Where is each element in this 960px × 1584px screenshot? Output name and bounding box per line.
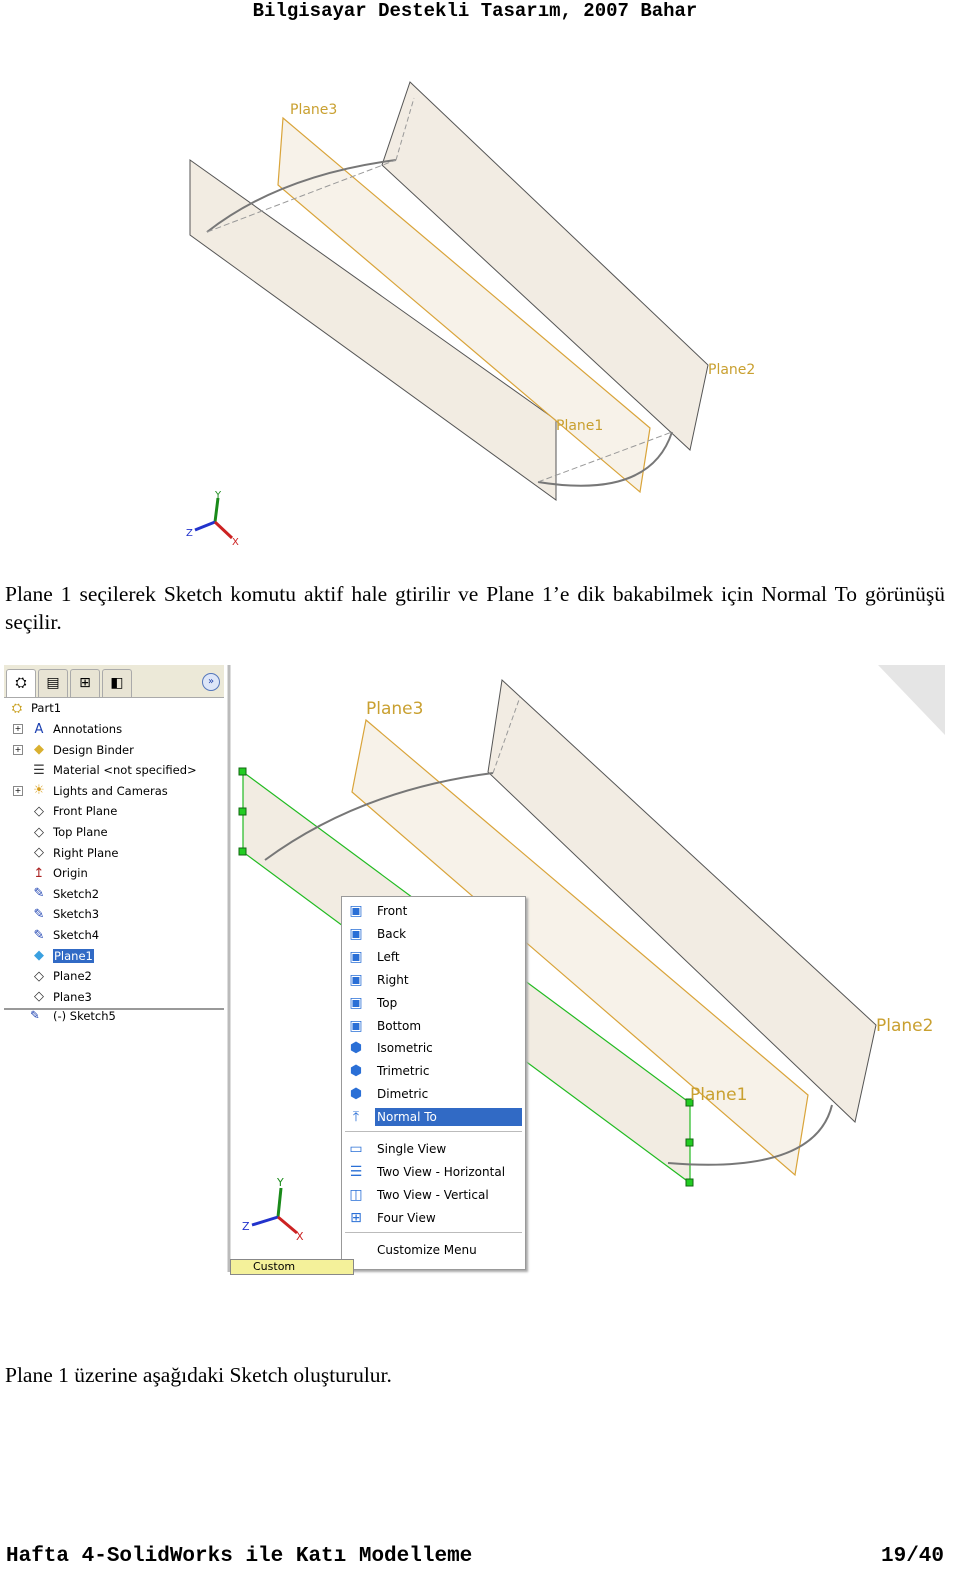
propertymanager-tab[interactable]: ▤ <box>38 669 68 697</box>
expand-plus-icon[interactable]: + <box>13 744 23 755</box>
manager-tabs: ⛭ ▤ ⊞ ◧ » <box>4 665 224 698</box>
svg-text:Y: Y <box>276 1176 284 1189</box>
menu-item-dimetric[interactable]: ⬢ Dimetric <box>345 1083 522 1105</box>
plane-icon: ◇ <box>34 824 44 840</box>
tree-item-lights-and-cameras[interactable]: + ☀ Lights and Cameras <box>13 781 168 801</box>
menu-item-two-view-vertical[interactable]: ◫ Two View - Vertical <box>345 1184 522 1206</box>
tree-item-plane2[interactable]: ◇ Plane2 <box>30 966 92 986</box>
menu-item-right[interactable]: ▣ Right <box>345 969 522 991</box>
menu-item-front[interactable]: ▣ Front <box>345 900 522 922</box>
view-right-icon: ▣ <box>349 971 363 988</box>
menu-item-left[interactable]: ▣ Left <box>345 946 522 968</box>
annotations-folder-icon: A <box>34 721 44 737</box>
menu-item-isometric[interactable]: ⬢ Isometric <box>345 1037 522 1059</box>
svg-text:Z: Z <box>242 1220 250 1233</box>
tree-item-sketch2[interactable]: ✎ Sketch2 <box>30 884 100 904</box>
feature-manager-tree: ⛭ ▤ ⊞ ◧ » ⛭ Part1 + A Annotations + ◆ Design B… <box>4 665 224 1010</box>
sketch-icon: ✎ <box>30 1008 40 1022</box>
view-bottom-icon: ▣ <box>349 1017 363 1034</box>
view-two-view-vertical-icon: ◫ <box>349 1186 363 1203</box>
tree-item-front-plane[interactable]: ◇ Front Plane <box>30 801 117 821</box>
sketch-icon: ✎ <box>33 906 45 922</box>
page-footer: Hafta 4-SolidWorks ile Katı Modelleme 19… <box>6 1545 944 1568</box>
lights-folder-icon: ☀ <box>33 783 45 799</box>
tree-item-sketch4[interactable]: ✎ Sketch4 <box>30 925 100 945</box>
part-icon: ⛭ <box>11 700 23 716</box>
menu-item-normal-to[interactable]: ⤒ Normal To <box>345 1106 522 1128</box>
tree-item-sketch5[interactable]: ✎ (-) Sketch5 <box>4 1006 224 1026</box>
expand-plus-icon[interactable]: + <box>13 724 23 734</box>
menu-item-bottom[interactable]: ▣ Bottom <box>345 1015 522 1037</box>
expand-plus-icon[interactable]: + <box>13 785 23 796</box>
view-four-view-icon: ⊞ <box>350 1209 362 1226</box>
view-isometric-icon: ⬢ <box>349 1040 363 1057</box>
tree-item-plane3[interactable]: ◇ Plane3 <box>30 987 92 1007</box>
origin-icon: ↥ <box>33 865 45 881</box>
expand-chevron-icon[interactable]: » <box>202 673 220 691</box>
menu-item-customize-menu[interactable]: Customize Menu <box>345 1239 522 1261</box>
material-icon: ☰ <box>33 762 45 778</box>
view-two-view-horizontal-icon: ☰ <box>349 1163 363 1180</box>
menu-item-single-view[interactable]: ▭ Single View <box>345 1138 522 1160</box>
view-left-icon: ▣ <box>349 948 363 965</box>
plane2-label: Plane2 <box>876 1016 933 1036</box>
tree-item-origin[interactable]: ↥ Origin <box>30 863 88 883</box>
tree-item-right-plane[interactable]: ◇ Right Plane <box>30 843 118 863</box>
tree-item-top-plane[interactable]: ◇ Top Plane <box>30 822 108 842</box>
plane3-label: Plane3 <box>366 699 423 719</box>
view-single-view-icon: ▭ <box>349 1141 363 1157</box>
tree-item-annotations[interactable]: + A Annotations <box>13 719 122 739</box>
tree-item-plane1[interactable]: ◆ Plane1 <box>30 946 94 966</box>
view-normal-to-icon: ⤒ <box>352 1109 360 1126</box>
plane1-label: Plane1 <box>690 1085 747 1105</box>
plane-selected-icon: ◆ <box>34 948 44 964</box>
view-trimetric-icon: ⬢ <box>349 1063 363 1080</box>
menu-item-top[interactable]: ▣ Top <box>345 992 522 1014</box>
menu-separator <box>345 1131 522 1132</box>
appearance-tab[interactable]: ◧ <box>102 669 132 697</box>
plane-icon: ◇ <box>34 845 44 861</box>
design-binder-icon: ◆ <box>34 742 44 758</box>
featuremanager-tab[interactable]: ⛭ <box>6 669 36 697</box>
custom-tab[interactable]: Custom <box>230 1259 354 1275</box>
menu-item-trimetric[interactable]: ⬢ Trimetric <box>345 1060 522 1082</box>
menu-item-two-view-horizontal[interactable]: ☰ Two View - Horizontal <box>345 1161 522 1183</box>
tree-item-material-not-specified[interactable]: ☰ Material <not specified> <box>30 760 196 780</box>
tree-item-sketch3[interactable]: ✎ Sketch3 <box>30 904 100 924</box>
footer-title: Hafta 4-SolidWorks ile Katı Modelleme <box>6 1545 473 1568</box>
configurationmanager-tab[interactable]: ⊞ <box>70 669 100 697</box>
view-dimetric-icon: ⬢ <box>349 1086 363 1103</box>
menu-separator <box>345 1231 522 1233</box>
plane-icon: ◇ <box>34 968 44 984</box>
view-back-icon: ▣ <box>349 925 363 942</box>
plane-icon: ◇ <box>34 803 44 819</box>
view-front-icon: ▣ <box>349 903 363 919</box>
tree-item-design-binder[interactable]: + ◆ Design Binder <box>13 740 134 760</box>
page-number: 19/40 <box>880 1545 944 1568</box>
paragraph-2: Plane 1 üzerine aşağıdaki Sketch oluştur… <box>5 1363 392 1387</box>
sketch-icon: ✎ <box>33 886 45 902</box>
menu-item-four-view[interactable]: ⊞ Four View <box>345 1207 522 1229</box>
menu-item-back[interactable]: ▣ Back <box>345 923 522 945</box>
svg-text:X: X <box>296 1230 304 1243</box>
tree-root[interactable]: ⛭ Part1 <box>8 698 61 718</box>
sketch-icon: ✎ <box>33 927 45 943</box>
plane-icon: ◇ <box>34 989 44 1005</box>
view-top-icon: ▣ <box>349 994 363 1011</box>
view-orientation-context-menu: ▣ Front ▣ Back ▣ Left ▣ Right ▣ Top ▣ Bottom ⬢ Isomet… <box>341 896 526 1270</box>
